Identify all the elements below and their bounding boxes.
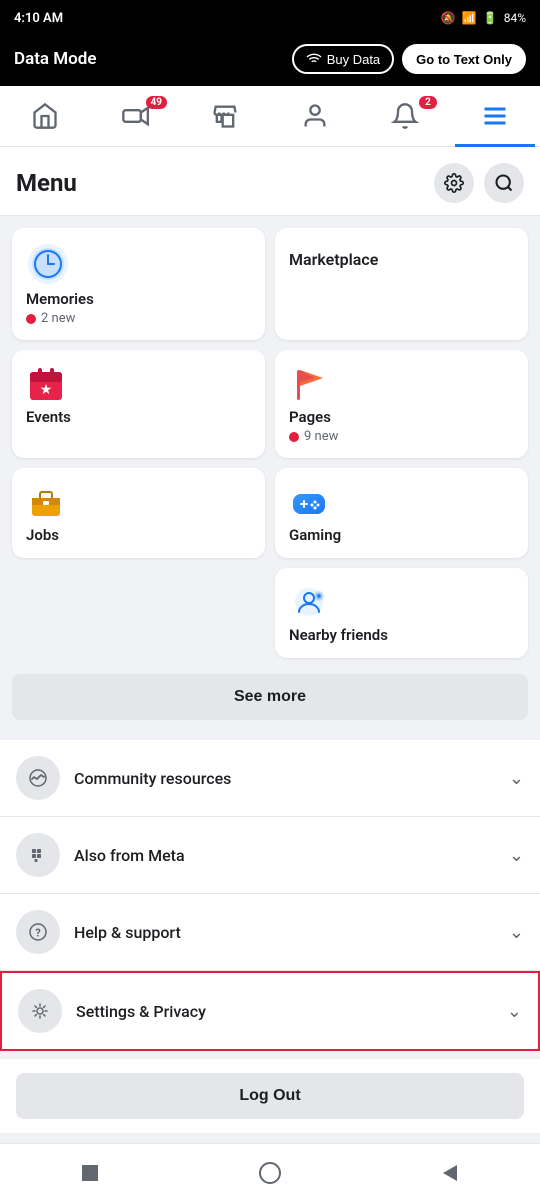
home-icon bbox=[31, 102, 59, 130]
gaming-title: Gaming bbox=[289, 526, 514, 544]
pages-red-dot bbox=[289, 432, 299, 442]
nav-menu[interactable] bbox=[455, 94, 535, 138]
gaming-icon bbox=[289, 482, 514, 526]
menu-item-nearby[interactable]: Nearby friends bbox=[275, 568, 528, 658]
svg-text:?: ? bbox=[35, 927, 41, 940]
battery-percent: 84% bbox=[504, 11, 526, 25]
meta-grid-icon bbox=[25, 842, 51, 868]
logout-button[interactable]: Log Out bbox=[16, 1073, 524, 1119]
section-item-community[interactable]: Community resources ⌄ bbox=[0, 740, 540, 817]
pages-icon bbox=[289, 364, 514, 408]
buy-data-button[interactable]: Buy Data bbox=[292, 44, 394, 74]
logout-section: Log Out bbox=[0, 1059, 540, 1133]
data-mode-title: Data Mode bbox=[14, 49, 97, 69]
meta-label: Also from Meta bbox=[74, 846, 509, 865]
data-mode-buttons: Buy Data Go to Text Only bbox=[292, 44, 526, 74]
help-chevron: ⌄ bbox=[509, 922, 524, 943]
memories-title: Memories bbox=[26, 290, 251, 308]
nav-back-icon bbox=[439, 1162, 461, 1184]
buy-data-label: Buy Data bbox=[327, 52, 380, 67]
nav-square-icon bbox=[79, 1162, 101, 1184]
svg-text:★: ★ bbox=[40, 382, 53, 398]
nearby-icon bbox=[289, 582, 514, 626]
pages-badge-text: 9 new bbox=[304, 429, 338, 444]
settings-gear-icon bbox=[27, 998, 53, 1024]
memories-red-dot bbox=[26, 314, 36, 324]
menu-grid: Memories 2 new Marketplace ★ Events bbox=[0, 216, 540, 670]
menu-header-icons bbox=[434, 163, 524, 203]
pages-title: Pages bbox=[289, 408, 514, 426]
mute-icon: 🔕 bbox=[441, 11, 456, 25]
pages-badge-row: 9 new bbox=[289, 429, 514, 444]
section-item-help[interactable]: ? Help & support ⌄ bbox=[0, 894, 540, 971]
text-only-button[interactable]: Go to Text Only bbox=[402, 44, 526, 74]
nav-profile[interactable] bbox=[275, 94, 355, 138]
menu-item-pages[interactable]: Pages 9 new bbox=[275, 350, 528, 458]
menu-item-jobs[interactable]: Jobs bbox=[12, 468, 265, 558]
see-more-button[interactable]: See more bbox=[12, 674, 528, 720]
jobs-title: Jobs bbox=[26, 526, 251, 544]
status-bar: 4:10 AM 🔕 📶 🔋 84% bbox=[0, 0, 540, 36]
community-label: Community resources bbox=[74, 769, 509, 788]
marketplace-nav-icon bbox=[211, 102, 239, 130]
marketplace-icon: Marketplace bbox=[289, 246, 514, 269]
events-icon: ★ bbox=[26, 364, 251, 408]
bottom-nav-bar bbox=[0, 1143, 540, 1202]
nearby-title: Nearby friends bbox=[289, 626, 514, 644]
nav-bar: 49 2 bbox=[0, 86, 540, 147]
bottom-nav-circle[interactable] bbox=[255, 1158, 285, 1188]
video-badge: 49 bbox=[146, 96, 167, 109]
meta-icon-wrap bbox=[16, 833, 60, 877]
battery-icon: 🔋 bbox=[483, 11, 498, 25]
meta-chevron: ⌄ bbox=[509, 845, 524, 866]
help-icon-wrap: ? bbox=[16, 910, 60, 954]
menu-title: Menu bbox=[16, 169, 77, 197]
nav-marketplace[interactable] bbox=[185, 94, 265, 138]
nav-notifications[interactable]: 2 bbox=[365, 94, 445, 138]
menu-item-events[interactable]: ★ Events bbox=[12, 350, 265, 458]
wifi-icon bbox=[306, 51, 322, 67]
settings-chevron: ⌄ bbox=[507, 1001, 522, 1022]
events-title: Events bbox=[26, 408, 251, 426]
settings-label: Settings & Privacy bbox=[76, 1002, 507, 1021]
gear-icon bbox=[444, 173, 464, 193]
menu-icon bbox=[481, 102, 509, 130]
handshake-icon bbox=[25, 765, 51, 791]
settings-icon-wrap bbox=[18, 989, 62, 1033]
menu-header: Menu bbox=[0, 147, 540, 216]
sim-icon: 📶 bbox=[462, 11, 477, 25]
search-icon bbox=[494, 173, 514, 193]
status-right: 🔕 📶 🔋 84% bbox=[441, 11, 526, 25]
memories-icon bbox=[26, 242, 251, 290]
search-icon-button[interactable] bbox=[484, 163, 524, 203]
settings-icon-button[interactable] bbox=[434, 163, 474, 203]
section-item-settings[interactable]: Settings & Privacy ⌄ bbox=[0, 971, 540, 1051]
section-list: Community resources ⌄ Also from Meta ⌄ ? bbox=[0, 740, 540, 1051]
marketplace-title: Marketplace bbox=[289, 246, 514, 269]
community-icon-wrap bbox=[16, 756, 60, 800]
profile-icon bbox=[301, 102, 329, 130]
status-time: 4:10 AM bbox=[14, 11, 63, 26]
nav-video[interactable]: 49 bbox=[95, 94, 175, 138]
memories-badge-row: 2 new bbox=[26, 311, 251, 326]
help-icon: ? bbox=[25, 919, 51, 945]
section-item-meta[interactable]: Also from Meta ⌄ bbox=[0, 817, 540, 894]
video-icon bbox=[121, 102, 149, 130]
nav-home[interactable] bbox=[5, 94, 85, 138]
data-mode-bar: Data Mode Buy Data Go to Text Only bbox=[0, 36, 540, 86]
help-label: Help & support bbox=[74, 923, 509, 942]
notifications-badge: 2 bbox=[419, 96, 437, 109]
bottom-nav-back[interactable] bbox=[435, 1158, 465, 1188]
memories-badge-text: 2 new bbox=[41, 311, 75, 326]
jobs-icon bbox=[26, 482, 251, 526]
menu-item-gaming[interactable]: Gaming bbox=[275, 468, 528, 558]
menu-item-memories[interactable]: Memories 2 new bbox=[12, 228, 265, 340]
nav-circle-icon bbox=[258, 1161, 282, 1185]
text-only-label: Go to Text Only bbox=[416, 52, 512, 67]
menu-item-marketplace[interactable]: Marketplace bbox=[275, 228, 528, 340]
nav-active-indicator bbox=[455, 144, 535, 147]
bell-icon bbox=[391, 102, 419, 130]
community-chevron: ⌄ bbox=[509, 768, 524, 789]
bottom-nav-square[interactable] bbox=[75, 1158, 105, 1188]
